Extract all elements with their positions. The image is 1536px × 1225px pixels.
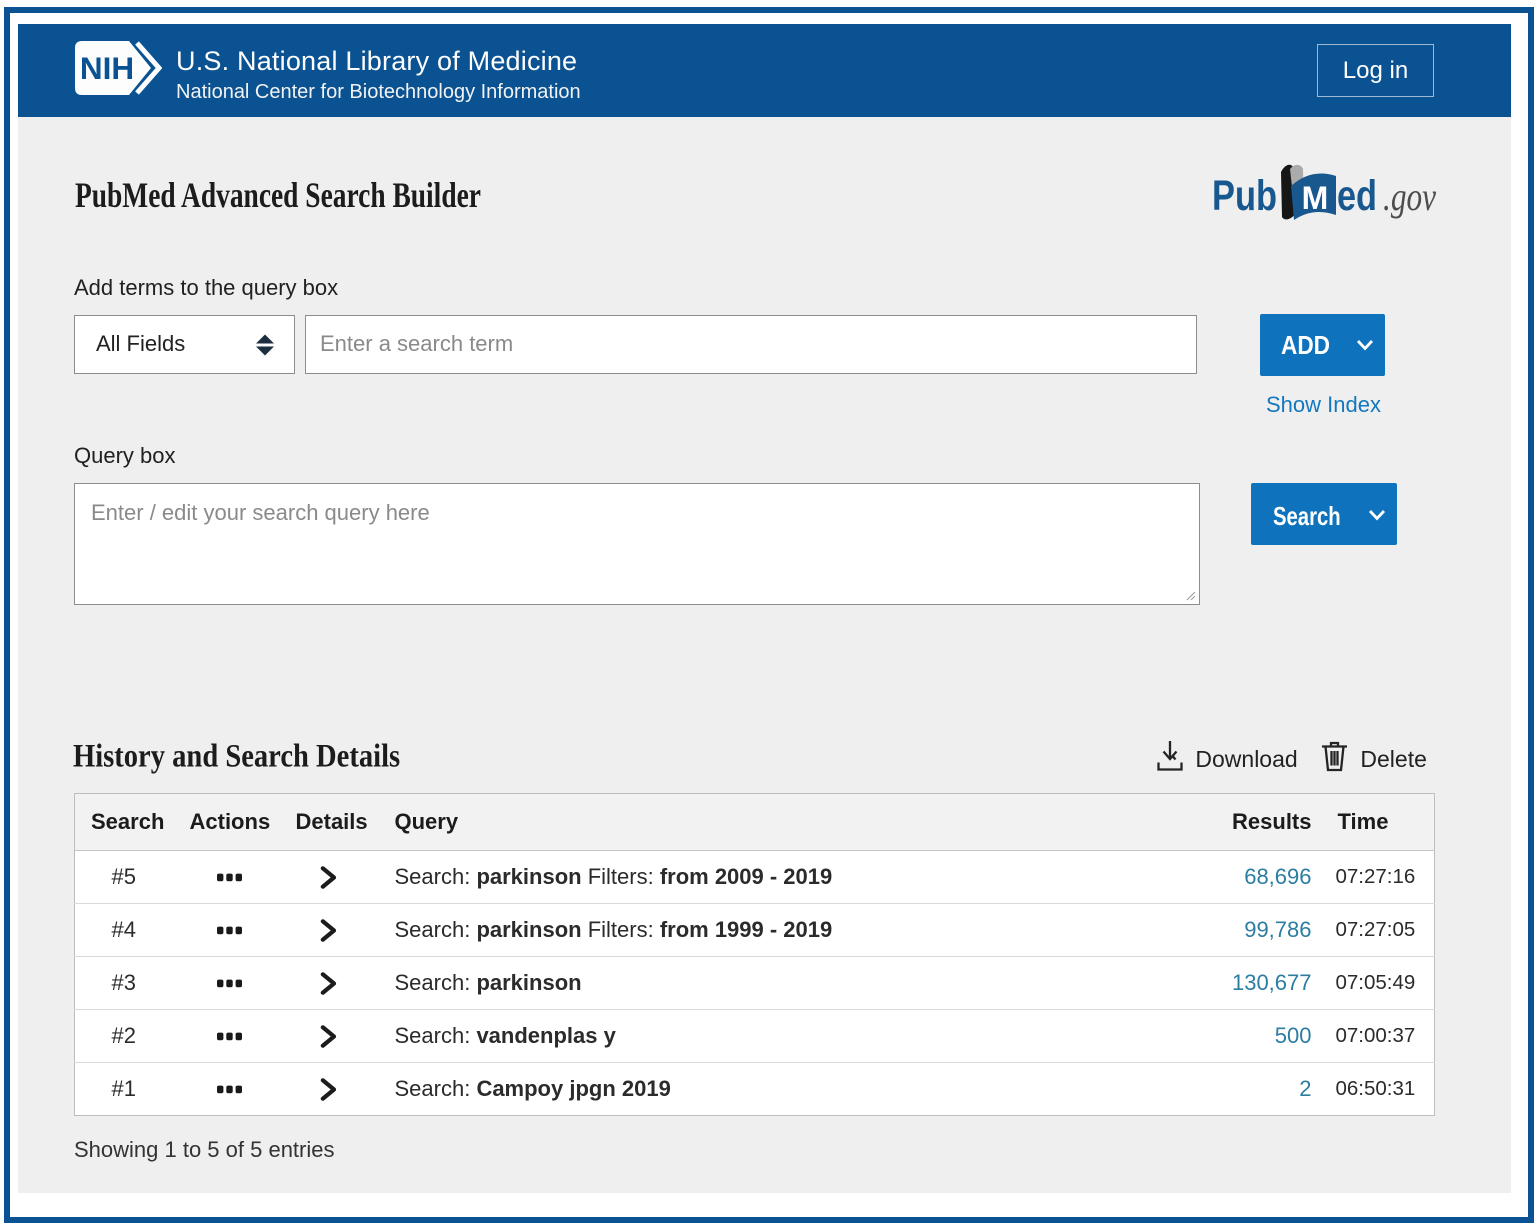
- svg-text:ed: ed: [1337, 172, 1377, 220]
- svg-text:M: M: [1302, 180, 1329, 216]
- svg-text:NIH: NIH: [80, 50, 134, 86]
- svg-text:Pub: Pub: [1212, 172, 1277, 220]
- svg-text:.gov: .gov: [1383, 174, 1436, 219]
